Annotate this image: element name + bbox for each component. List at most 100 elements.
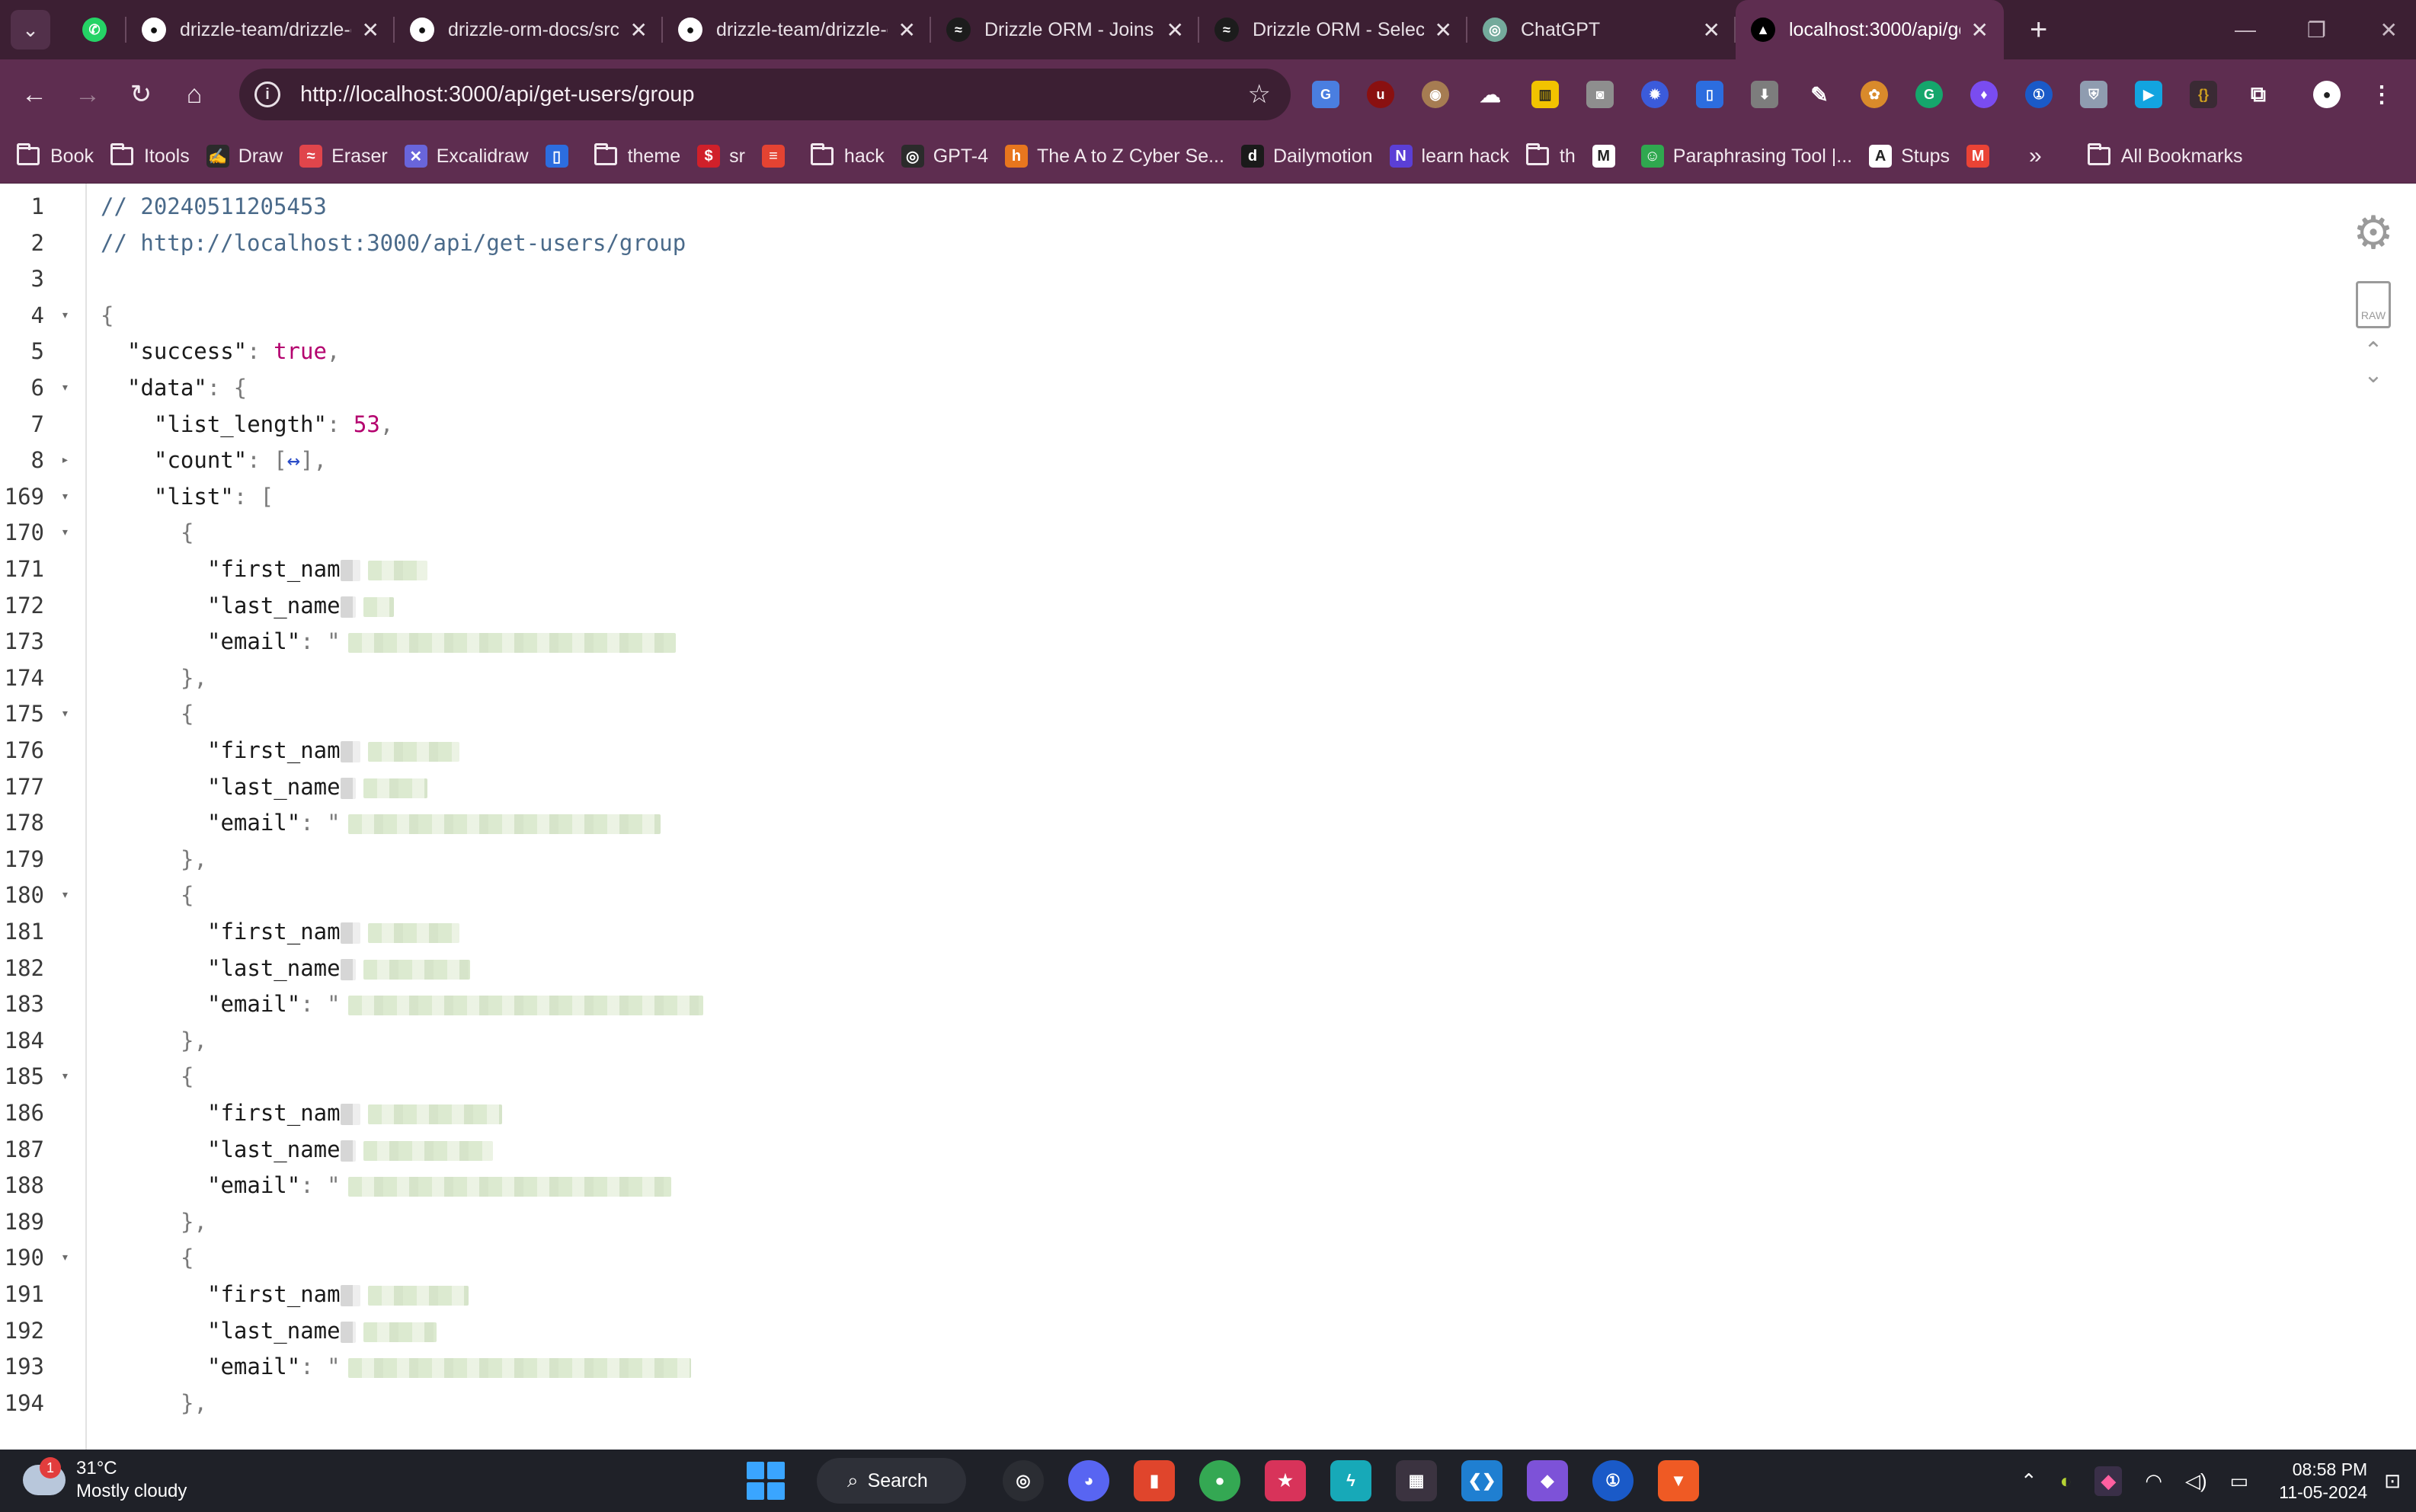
minimize-button[interactable]: — — [2235, 0, 2256, 59]
camera-extension-icon[interactable]: ◙ — [1586, 81, 1614, 108]
tab-close-icon[interactable]: ✕ — [1435, 18, 1452, 43]
doc-extension-icon[interactable]: ▯ — [1696, 81, 1723, 108]
tab[interactable]: ● drizzle-team/drizzle-o ✕ — [663, 0, 931, 59]
chart-extension-icon[interactable]: ▥ — [1531, 81, 1559, 108]
tab[interactable]: ◎ ChatGPT ✕ — [1467, 0, 1736, 59]
fold-caret-icon[interactable]: ▾ — [61, 1058, 73, 1095]
google-translate-extension-icon[interactable]: G — [1312, 81, 1339, 108]
grammarly-extension-icon[interactable]: G — [1915, 81, 1943, 108]
pinned-tab[interactable]: ✆ — [66, 0, 126, 59]
chrome-app-icon[interactable]: ● — [1199, 1460, 1240, 1501]
profile-avatar[interactable]: ● — [2313, 81, 2341, 108]
star-app-icon[interactable]: ★ — [1265, 1460, 1306, 1501]
bookmark-item[interactable]: Book — [17, 143, 94, 168]
address-url[interactable]: http://localhost:3000/api/get-users/grou… — [300, 82, 1248, 107]
onepassword-extension-icon[interactable]: ① — [2025, 81, 2053, 108]
volume-icon[interactable]: ◁) — [2185, 1469, 2207, 1493]
tab[interactable]: ● drizzle-orm-docs/src/ ✕ — [395, 0, 663, 59]
bookmark-item[interactable]: A Stups — [1869, 145, 1950, 168]
all-bookmarks-button[interactable]: All Bookmarks — [2087, 143, 2243, 168]
tab-close-icon[interactable]: ✕ — [1703, 18, 1720, 43]
tab[interactable]: ● drizzle-team/drizzle-o ✕ — [126, 0, 395, 59]
cloud-extension-icon[interactable]: ☁ — [1477, 81, 1504, 108]
cookie-extension-icon[interactable]: ✿ — [1861, 81, 1888, 108]
bookmark-item[interactable]: h The A to Z Cyber Se... — [1004, 145, 1224, 168]
arrow-extension-icon[interactable]: ▶ — [2135, 81, 2162, 108]
tray-app-icon[interactable]: ◐ — [2060, 1469, 2072, 1493]
bookmark-item[interactable]: th — [1525, 143, 1576, 168]
tab-search-button[interactable]: ⌄ — [11, 10, 50, 50]
bolt-app-icon[interactable]: ϟ — [1330, 1460, 1371, 1501]
flame-extension-icon[interactable]: ♦ — [1970, 81, 1998, 108]
windows-start-icon[interactable] — [747, 1462, 785, 1500]
expand-caret-icon[interactable]: ▸ — [61, 442, 73, 478]
site-info-icon[interactable]: i — [254, 82, 280, 107]
bookmark-item[interactable]: ≈ Eraser — [299, 145, 388, 168]
weather-widget[interactable]: 1 31°C Mostly cloudy — [23, 1457, 187, 1503]
tab-close-icon[interactable]: ✕ — [1166, 18, 1184, 43]
bookmark-star-icon[interactable]: ☆ — [1248, 79, 1271, 110]
json-extension-icon[interactable]: {} — [2190, 81, 2217, 108]
fold-caret-icon[interactable]: ▾ — [61, 877, 73, 913]
bookmark-item[interactable]: M — [1592, 145, 1624, 168]
restore-button[interactable]: ❐ — [2307, 0, 2326, 59]
owl-extension-icon[interactable]: ◉ — [1422, 81, 1449, 108]
chevron-up-icon[interactable]: ⌃ — [2021, 1469, 2037, 1493]
download-extension-icon[interactable]: ⬇ — [1751, 81, 1778, 108]
new-tab-button[interactable]: + — [2030, 13, 2047, 47]
obsidian-app-icon[interactable]: ◆ — [1527, 1460, 1568, 1501]
tab-close-icon[interactable]: ✕ — [362, 18, 379, 43]
token-expand[interactable]: ↔ — [287, 447, 300, 473]
bookmark-item[interactable]: Nlearn hack — [1389, 145, 1509, 168]
back-button[interactable]: ← — [8, 80, 61, 110]
bookmark-item[interactable]: ◎ GPT-4 — [901, 145, 988, 168]
vscode-app-icon[interactable]: ❮❯ — [1461, 1460, 1502, 1501]
tab-close-icon[interactable]: ✕ — [898, 18, 916, 43]
bookmark-item[interactable]: Itools — [110, 143, 190, 168]
raw-toggle-button[interactable]: RAW — [2356, 281, 2391, 328]
clock[interactable]: 08:58 PM 11-05-2024 — [2279, 1458, 2367, 1504]
bookmark-item[interactable]: d Dailymotion — [1240, 145, 1373, 168]
home-button[interactable]: ⌂ — [168, 80, 221, 110]
taskbar-search[interactable]: ⌕ Search — [817, 1458, 966, 1504]
pixel-app-icon[interactable]: ▦ — [1396, 1460, 1437, 1501]
forward-button[interactable]: → — [61, 80, 114, 110]
fold-caret-icon[interactable]: ▾ — [61, 297, 73, 334]
ublock-extension-icon[interactable]: u — [1367, 81, 1394, 108]
reload-button[interactable]: ↻ — [114, 79, 168, 110]
address-bar[interactable]: i http://localhost:3000/api/get-users/gr… — [239, 69, 1291, 120]
bookmarks-overflow-button[interactable]: » — [2029, 143, 2042, 169]
fold-caret-icon[interactable]: ▾ — [61, 478, 73, 515]
browser-menu-icon[interactable]: ⋮ — [2368, 81, 2395, 108]
close-window-button[interactable]: ✕ — [2380, 0, 2398, 59]
wifi-icon[interactable]: ◠ — [2145, 1469, 2162, 1493]
onepassword-app-icon[interactable]: ① — [1592, 1460, 1634, 1501]
bookmark-item[interactable]: ☺ Paraphrasing Tool |... — [1640, 145, 1852, 168]
chatgpt-app-icon[interactable]: ◎ — [1003, 1460, 1044, 1501]
fold-caret-icon[interactable]: ▾ — [61, 695, 73, 732]
extensions-puzzle-icon[interactable]: ⧉ — [2245, 81, 2272, 108]
settings-gear-icon[interactable]: ⚙ — [2350, 206, 2396, 260]
bookmark-item[interactable]: ≡ — [761, 145, 794, 168]
bookmark-item[interactable]: $ sr — [697, 145, 745, 168]
battery-icon[interactable]: ▭ — [2230, 1469, 2249, 1493]
eyedropper-extension-icon[interactable]: ✎ — [1806, 81, 1833, 108]
collapse-expand-icon[interactable]: ⌃ ⌄ — [2350, 339, 2396, 388]
fold-caret-icon[interactable]: ▾ — [61, 1239, 73, 1276]
tab[interactable]: ≈ Drizzle ORM - Joins ✕ — [931, 0, 1199, 59]
fold-caret-icon[interactable]: ▾ — [61, 369, 73, 406]
bookmark-item[interactable]: ▯ — [545, 145, 578, 168]
tab-close-icon[interactable]: ✕ — [630, 18, 648, 43]
bookmark-item[interactable]: theme — [594, 143, 680, 168]
bookmark-item[interactable]: hack — [810, 143, 885, 168]
notification-bell-icon[interactable]: ⊡ — [2384, 1469, 2401, 1493]
shield-extension-icon[interactable]: ⛨ — [2080, 81, 2107, 108]
gear-extension-icon[interactable]: ✹ — [1641, 81, 1669, 108]
tab[interactable]: ≈ Drizzle ORM - Select ✕ — [1199, 0, 1467, 59]
brave-app-icon[interactable]: ▼ — [1658, 1460, 1699, 1501]
tray-active-app-icon[interactable]: ◆ — [2094, 1466, 2123, 1496]
red-app-icon[interactable]: ▮ — [1134, 1460, 1175, 1501]
bookmark-item[interactable]: ✕ Excalidraw — [404, 145, 529, 168]
bookmark-item[interactable]: ✍ Draw — [206, 145, 283, 168]
discord-app-icon[interactable]: ◕ — [1068, 1460, 1109, 1501]
